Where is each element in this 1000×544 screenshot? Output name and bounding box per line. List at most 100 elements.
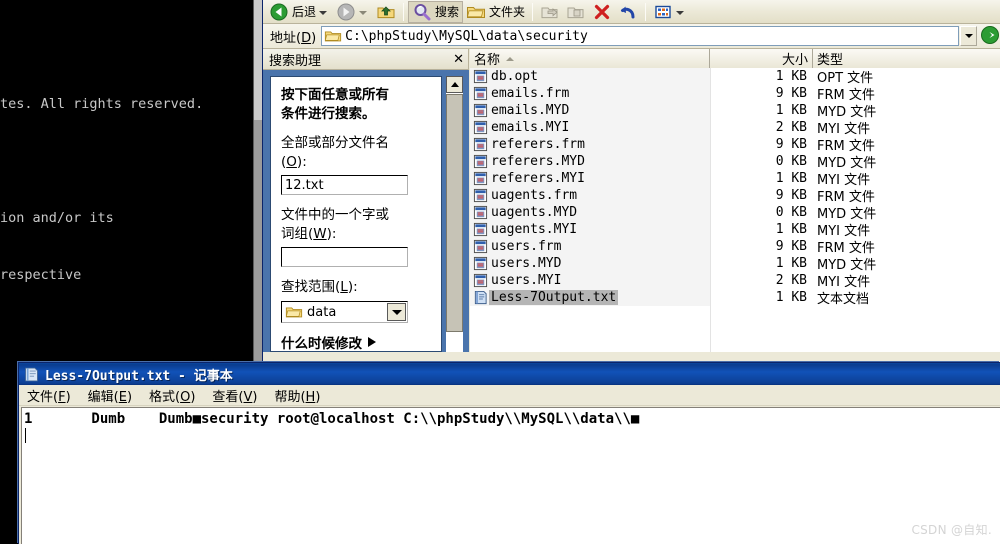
file-name-cell: referers.MYI xyxy=(470,171,710,186)
file-size-cell: 9 KB xyxy=(775,137,807,152)
address-input[interactable]: C:\phpStudy\MySQL\data\security xyxy=(321,26,959,46)
notepad-text-area[interactable]: 1 Dumb Dumb■security root@localhost C:\\… xyxy=(21,407,1000,544)
file-row[interactable]: db.opt 1 KB OPT 文件 xyxy=(470,68,1000,86)
file-name-text: Less-7Output.txt xyxy=(489,290,619,305)
file-size-cell: 0 KB xyxy=(775,205,807,220)
address-dropdown-button[interactable] xyxy=(960,26,977,46)
file-name-cell: emails.MYI xyxy=(470,120,710,135)
copy-to-folder-icon xyxy=(566,2,586,22)
console-scrollbar[interactable] xyxy=(253,0,262,372)
file-type-cell: 文本文档 xyxy=(817,292,870,307)
search-assistant-pane: 搜索助理 ✕ 按下面任意或所有条件进行搜索。 全部或部分文件名(O): 12.t… xyxy=(263,49,469,352)
column-header-name[interactable]: 名称 xyxy=(470,49,710,68)
scope-value: data xyxy=(307,304,337,320)
when-modified-label: 什么时候修改 xyxy=(281,336,362,352)
generic-file-icon xyxy=(473,188,488,203)
scope-select[interactable]: data xyxy=(281,301,408,323)
console-scrollbar-thumb[interactable] xyxy=(254,0,262,120)
toolbar-separator xyxy=(403,2,405,21)
undo-button[interactable] xyxy=(615,1,641,23)
delete-x-icon xyxy=(592,2,612,22)
console-line: respective xyxy=(0,267,82,283)
file-row[interactable]: users.MYD 1 KB MYD 文件 xyxy=(470,255,1000,273)
chevron-down-icon[interactable] xyxy=(319,10,328,15)
triangle-up-glyph xyxy=(450,82,459,87)
word-input[interactable] xyxy=(281,247,408,267)
search-form: 按下面任意或所有条件进行搜索。 全部或部分文件名(O): 12.txt 文件中的… xyxy=(270,76,442,352)
folders-button[interactable]: 文件夹 xyxy=(463,1,528,23)
generic-file-icon xyxy=(473,69,488,84)
file-name-cell: uagents.frm xyxy=(470,188,710,203)
file-name-text: uagents.MYD xyxy=(491,205,578,220)
generic-file-icon xyxy=(473,239,488,254)
when-modified-section[interactable]: 什么时候修改 xyxy=(281,332,431,352)
file-row[interactable]: Less-7Output.txt 1 KB 文本文档 xyxy=(470,289,1000,307)
file-row[interactable]: emails.frm 9 KB FRM 文件 xyxy=(470,85,1000,103)
delete-button[interactable] xyxy=(589,1,615,23)
back-button[interactable]: 后退 xyxy=(266,1,333,23)
scope-dropdown-button[interactable] xyxy=(387,303,406,321)
watermark: CSDN @自知. xyxy=(911,523,992,537)
go-arrow-icon xyxy=(980,25,1000,48)
menu-file[interactable]: 文件(F) xyxy=(27,386,71,405)
toolbar-separator xyxy=(645,2,647,21)
word-label: 文件中的一个字或词组(W): xyxy=(281,207,389,242)
up-button[interactable] xyxy=(373,1,399,23)
notepad-titlebar[interactable]: Less-7Output.txt - 记事本 xyxy=(19,363,1000,385)
notepad-content-line: 1 Dumb Dumb■security root@localhost C:\\… xyxy=(24,411,640,427)
folder-icon xyxy=(285,303,303,321)
address-bar: 地址(D) C:\phpStudy\MySQL\data\security xyxy=(263,24,1000,49)
forward-button[interactable] xyxy=(333,1,373,23)
filename-input[interactable]: 12.txt xyxy=(281,175,408,195)
file-name-text: uagents.frm xyxy=(491,188,578,203)
file-size-cell: 1 KB xyxy=(775,103,807,118)
chevron-down-icon[interactable] xyxy=(676,10,685,15)
file-row[interactable]: referers.MYD 0 KB MYD 文件 xyxy=(470,153,1000,171)
go-button[interactable] xyxy=(980,25,1000,48)
file-name-cell: referers.frm xyxy=(470,137,710,152)
file-row[interactable]: emails.MYI 2 KB MYI 文件 xyxy=(470,119,1000,137)
file-name-cell: emails.MYD xyxy=(470,103,710,118)
generic-file-icon xyxy=(473,171,488,186)
file-list-rows: db.opt 1 KB OPT 文件 emails.frm 9 KB FRM 文件 emai… xyxy=(470,68,1000,307)
file-row[interactable]: users.MYI 2 KB MYI 文件 xyxy=(470,272,1000,290)
views-button[interactable] xyxy=(650,1,690,23)
folder-icon xyxy=(324,27,342,45)
search-pane-scrollbar[interactable] xyxy=(446,76,463,352)
file-name-cell: users.MYI xyxy=(470,273,710,288)
column-header-type[interactable]: 类型 xyxy=(813,49,1000,68)
menu-edit[interactable]: 编辑(E) xyxy=(88,386,132,405)
copy-to-button[interactable] xyxy=(563,1,589,23)
file-row[interactable]: emails.MYD 1 KB MYD 文件 xyxy=(470,102,1000,120)
chevron-down-icon[interactable] xyxy=(359,10,368,15)
column-header-type-label: 类型 xyxy=(817,53,844,68)
file-size-cell: 2 KB xyxy=(775,273,807,288)
file-row[interactable]: uagents.MYI 1 KB MYI 文件 xyxy=(470,221,1000,239)
file-row[interactable]: users.frm 9 KB FRM 文件 xyxy=(470,238,1000,256)
scroll-up-icon[interactable] xyxy=(446,76,463,93)
file-name-cell: uagents.MYI xyxy=(470,222,710,237)
file-name-text: referers.MYD xyxy=(491,154,585,169)
screen-root: tes. All rights reserved. ion and/or its… xyxy=(0,0,1000,544)
chevron-down-icon xyxy=(391,309,402,315)
folders-button-label: 文件夹 xyxy=(489,5,526,19)
file-row[interactable]: referers.frm 9 KB FRM 文件 xyxy=(470,136,1000,154)
search-button[interactable]: 搜索 xyxy=(408,0,464,23)
file-row[interactable]: uagents.frm 9 KB FRM 文件 xyxy=(470,187,1000,205)
file-row[interactable]: uagents.MYD 0 KB MYD 文件 xyxy=(470,204,1000,222)
column-header-size[interactable]: 大小 xyxy=(710,49,813,68)
up-folder-icon xyxy=(376,2,396,22)
move-to-button[interactable] xyxy=(537,1,563,23)
scrollbar-thumb[interactable] xyxy=(446,94,463,332)
command-prompt-window[interactable]: tes. All rights reserved. ion and/or its… xyxy=(0,0,262,372)
menu-format[interactable]: 格式(O) xyxy=(149,386,195,405)
file-row[interactable]: referers.MYI 1 KB MYI 文件 xyxy=(470,170,1000,188)
menu-help[interactable]: 帮助(H) xyxy=(274,386,320,405)
file-size-cell: 1 KB xyxy=(775,290,807,305)
file-size-cell: 0 KB xyxy=(775,154,807,169)
close-icon[interactable]: ✕ xyxy=(453,51,464,67)
menu-view[interactable]: 查看(V) xyxy=(212,386,257,405)
